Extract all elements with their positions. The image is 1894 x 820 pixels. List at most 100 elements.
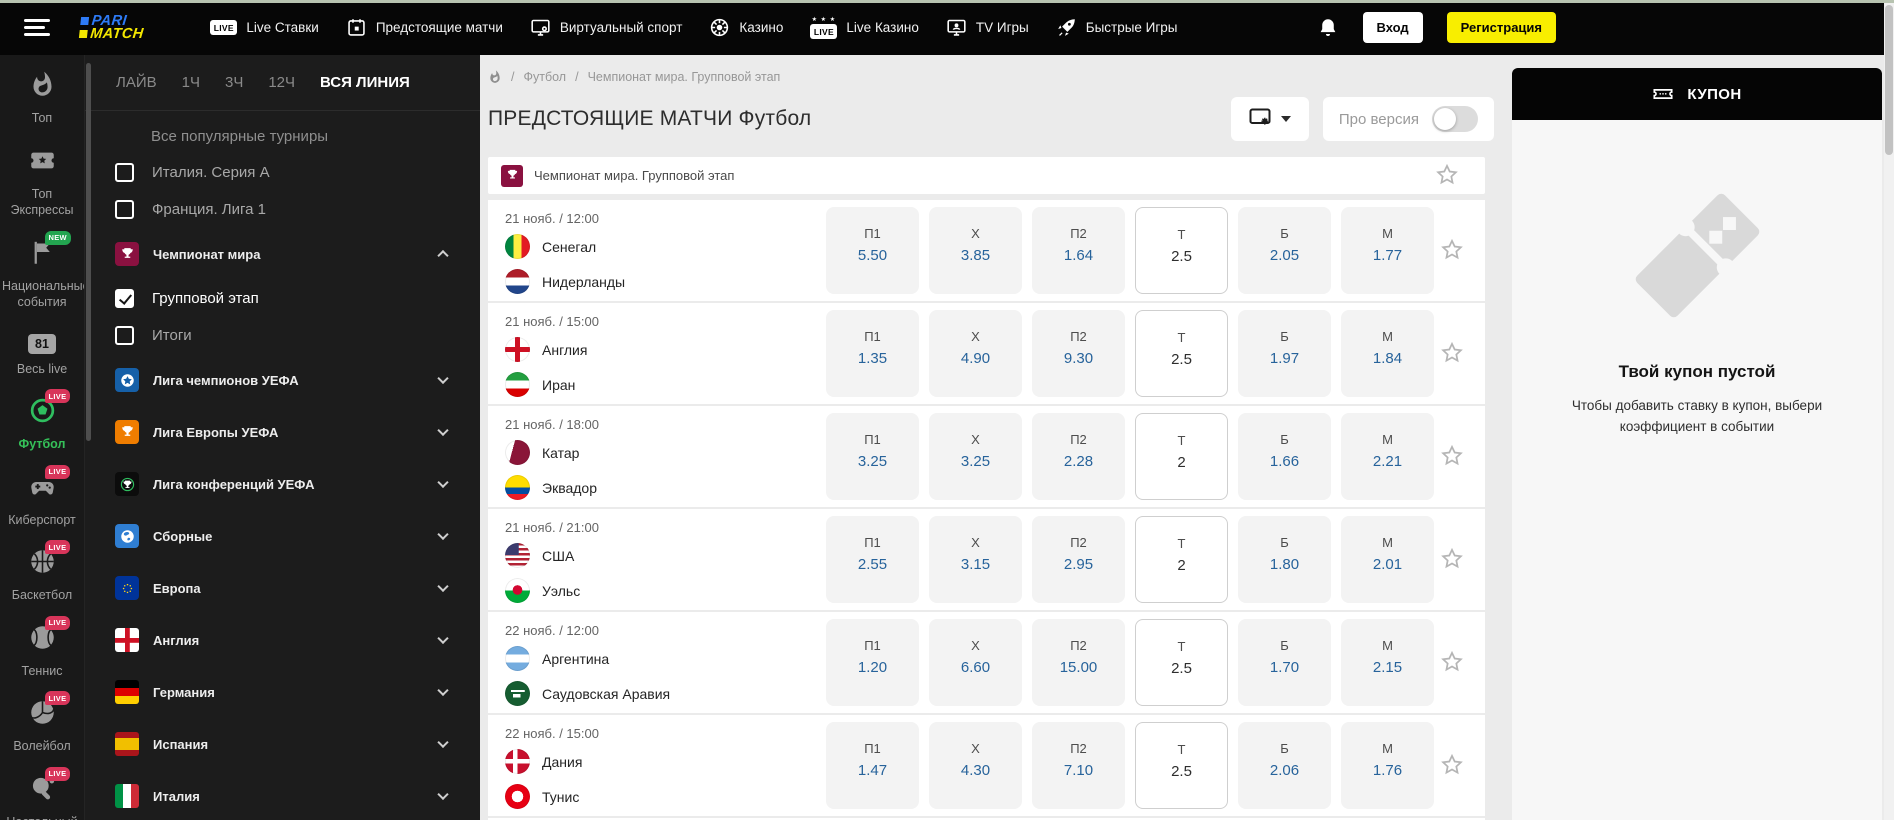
chevron-icon[interactable] bbox=[437, 580, 449, 593]
filter-check-Италия. Серия А[interactable]: Италия. Серия А bbox=[85, 154, 480, 191]
favorite-star-icon[interactable] bbox=[1439, 546, 1465, 572]
odd-cell-b[interactable]: Б 1.80 bbox=[1238, 516, 1331, 603]
breadcrumb-sport[interactable]: Футбол bbox=[523, 70, 566, 84]
team-away[interactable]: Уэльс bbox=[505, 578, 580, 603]
odd-cell-x[interactable]: Х 3.25 bbox=[929, 413, 1022, 500]
odd-cell-p1[interactable]: П1 5.50 bbox=[826, 207, 919, 294]
filter-league-Германия[interactable]: Германия bbox=[85, 666, 480, 718]
odd-cell-p1[interactable]: П1 1.20 bbox=[826, 619, 919, 706]
odd-cell-b[interactable]: Б 1.97 bbox=[1238, 310, 1331, 397]
odd-cell-p1[interactable]: П1 3.25 bbox=[826, 413, 919, 500]
chevron-icon[interactable] bbox=[437, 684, 449, 697]
team-away[interactable]: Тунис bbox=[505, 784, 579, 809]
filter-league-Англия[interactable]: Англия bbox=[85, 614, 480, 666]
team-home[interactable]: Катар bbox=[505, 440, 579, 465]
odd-cell-t[interactable]: Т 2.5 bbox=[1135, 207, 1228, 294]
team-away[interactable]: Эквадор bbox=[505, 475, 597, 500]
odd-cell-p2[interactable]: П2 2.28 bbox=[1032, 413, 1125, 500]
filter-league-Лига конференций УЕФА[interactable]: Лига конференций УЕФА bbox=[85, 458, 480, 510]
checkbox[interactable] bbox=[115, 163, 134, 182]
filter-league-Испания[interactable]: Испания bbox=[85, 718, 480, 770]
pro-version-control[interactable]: Про версия bbox=[1322, 97, 1494, 141]
team-away[interactable]: Нидерланды bbox=[505, 269, 625, 294]
header-nav-item[interactable]: Виртуальный спорт bbox=[530, 17, 682, 39]
chevron-icon[interactable] bbox=[437, 424, 449, 437]
notifications-bell-icon[interactable] bbox=[1317, 16, 1339, 40]
sidebar-sport-Топ Экспрессы[interactable]: Топ Экспрессы bbox=[0, 147, 84, 219]
view-settings-button[interactable] bbox=[1230, 97, 1309, 141]
tab-3Ч[interactable]: 3Ч bbox=[225, 74, 243, 91]
team-away[interactable]: Саудовская Аравия bbox=[505, 681, 670, 706]
favorite-star-icon[interactable] bbox=[1439, 443, 1465, 469]
odd-cell-m[interactable]: М 1.84 bbox=[1341, 310, 1434, 397]
team-away[interactable]: Иран bbox=[505, 372, 575, 397]
odd-cell-b[interactable]: Б 2.06 bbox=[1238, 722, 1331, 809]
odd-cell-x[interactable]: Х 4.30 bbox=[929, 722, 1022, 809]
chevron-icon[interactable] bbox=[437, 249, 449, 262]
chevron-icon[interactable] bbox=[437, 788, 449, 801]
odd-cell-t[interactable]: Т 2.5 bbox=[1135, 722, 1228, 809]
sidebar-sport-Футбол[interactable]: LIVE Футбол bbox=[0, 389, 84, 453]
sidebar-sport-Теннис[interactable]: LIVE Теннис bbox=[0, 615, 84, 680]
favorite-star-icon[interactable] bbox=[1434, 162, 1460, 188]
favorite-star-icon[interactable] bbox=[1439, 752, 1465, 778]
odd-cell-m[interactable]: М 2.15 bbox=[1341, 619, 1434, 706]
odd-cell-b[interactable]: Б 1.70 bbox=[1238, 619, 1331, 706]
odd-cell-x[interactable]: Х 3.15 bbox=[929, 516, 1022, 603]
chevron-icon[interactable] bbox=[437, 632, 449, 645]
odd-cell-t[interactable]: Т 2.5 bbox=[1135, 310, 1228, 397]
home-flame-icon[interactable] bbox=[488, 70, 502, 84]
filter-league-Европа[interactable]: Европа bbox=[85, 562, 480, 614]
page-scrollbar-thumb[interactable] bbox=[1885, 5, 1893, 155]
hamburger-menu-icon[interactable] bbox=[24, 15, 50, 40]
chevron-icon[interactable] bbox=[437, 476, 449, 489]
sidebar-sport-Настольный теннис[interactable]: LIVE Настольный теннис bbox=[0, 766, 84, 820]
sidebar-sport-Волейбол[interactable]: LIVE Волейбол bbox=[0, 691, 84, 755]
page-scrollbar[interactable] bbox=[1884, 3, 1894, 820]
filter-league-Чемпионат мира[interactable]: Чемпионат мира bbox=[85, 228, 480, 280]
odd-cell-m[interactable]: М 2.01 bbox=[1341, 516, 1434, 603]
odd-cell-p2[interactable]: П2 15.00 bbox=[1032, 619, 1125, 706]
filter-league-Лига Европы УЕФА[interactable]: Лига Европы УЕФА bbox=[85, 406, 480, 458]
team-home[interactable]: США bbox=[505, 543, 574, 568]
filter-check-Итоги[interactable]: Итоги bbox=[85, 317, 480, 354]
team-home[interactable]: Аргентина bbox=[505, 646, 609, 671]
sidebar-sport-Весь live[interactable]: 81 Весь live bbox=[0, 331, 84, 378]
odd-cell-x[interactable]: Х 4.90 bbox=[929, 310, 1022, 397]
pro-version-toggle[interactable] bbox=[1432, 106, 1478, 132]
header-nav-item[interactable]: Предстоящие матчи bbox=[346, 17, 503, 39]
tab-ВСЯ ЛИНИЯ[interactable]: ВСЯ ЛИНИЯ bbox=[320, 74, 410, 91]
odd-cell-x[interactable]: Х 6.60 bbox=[929, 619, 1022, 706]
odd-cell-t[interactable]: Т 2.5 bbox=[1135, 619, 1228, 706]
sidebar-sport-Баскетбол[interactable]: LIVE Баскетбол bbox=[0, 540, 84, 604]
breadcrumb-tournament[interactable]: Чемпионат мира. Групповой этап bbox=[588, 70, 781, 84]
header-nav-item[interactable]: ★ ★ ★ LIVE Live Казино bbox=[810, 17, 919, 39]
chevron-icon[interactable] bbox=[437, 372, 449, 385]
sidebar-scrollbar[interactable] bbox=[86, 63, 91, 441]
favorite-star-icon[interactable] bbox=[1439, 237, 1465, 263]
odd-cell-m[interactable]: М 1.76 bbox=[1341, 722, 1434, 809]
odd-cell-p1[interactable]: П1 1.47 bbox=[826, 722, 919, 809]
team-home[interactable]: Англия bbox=[505, 337, 587, 362]
sidebar-sport-Национальные события[interactable]: NEW Национальные события bbox=[0, 230, 84, 311]
header-nav-item[interactable]: LIVE Live Ставки bbox=[210, 17, 319, 39]
odd-cell-p1[interactable]: П1 1.35 bbox=[826, 310, 919, 397]
parimatch-logo[interactable]: PARI MATCH bbox=[79, 13, 146, 42]
tab-ЛАЙВ[interactable]: ЛАЙВ bbox=[116, 74, 157, 91]
team-home[interactable]: Дания bbox=[505, 749, 582, 774]
chevron-icon[interactable] bbox=[437, 736, 449, 749]
filter-league-Лига чемпионов УЕФА[interactable]: Лига чемпионов УЕФА bbox=[85, 354, 480, 406]
filter-check-Франция. Лига 1[interactable]: Франция. Лига 1 bbox=[85, 191, 480, 228]
odd-cell-x[interactable]: Х 3.85 bbox=[929, 207, 1022, 294]
header-nav-item[interactable]: TV Игры bbox=[946, 17, 1029, 39]
odd-cell-p2[interactable]: П2 2.95 bbox=[1032, 516, 1125, 603]
odd-cell-p2[interactable]: П2 1.64 bbox=[1032, 207, 1125, 294]
favorite-star-icon[interactable] bbox=[1439, 340, 1465, 366]
odd-cell-m[interactable]: М 1.77 bbox=[1341, 207, 1434, 294]
odd-cell-p1[interactable]: П1 2.55 bbox=[826, 516, 919, 603]
odd-cell-b[interactable]: Б 1.66 bbox=[1238, 413, 1331, 500]
tournament-group-header[interactable]: Чемпионат мира. Групповой этап bbox=[488, 157, 1485, 194]
odd-cell-t[interactable]: Т2 bbox=[1135, 413, 1228, 500]
odd-cell-b[interactable]: Б 2.05 bbox=[1238, 207, 1331, 294]
login-button[interactable]: Вход bbox=[1362, 12, 1423, 43]
